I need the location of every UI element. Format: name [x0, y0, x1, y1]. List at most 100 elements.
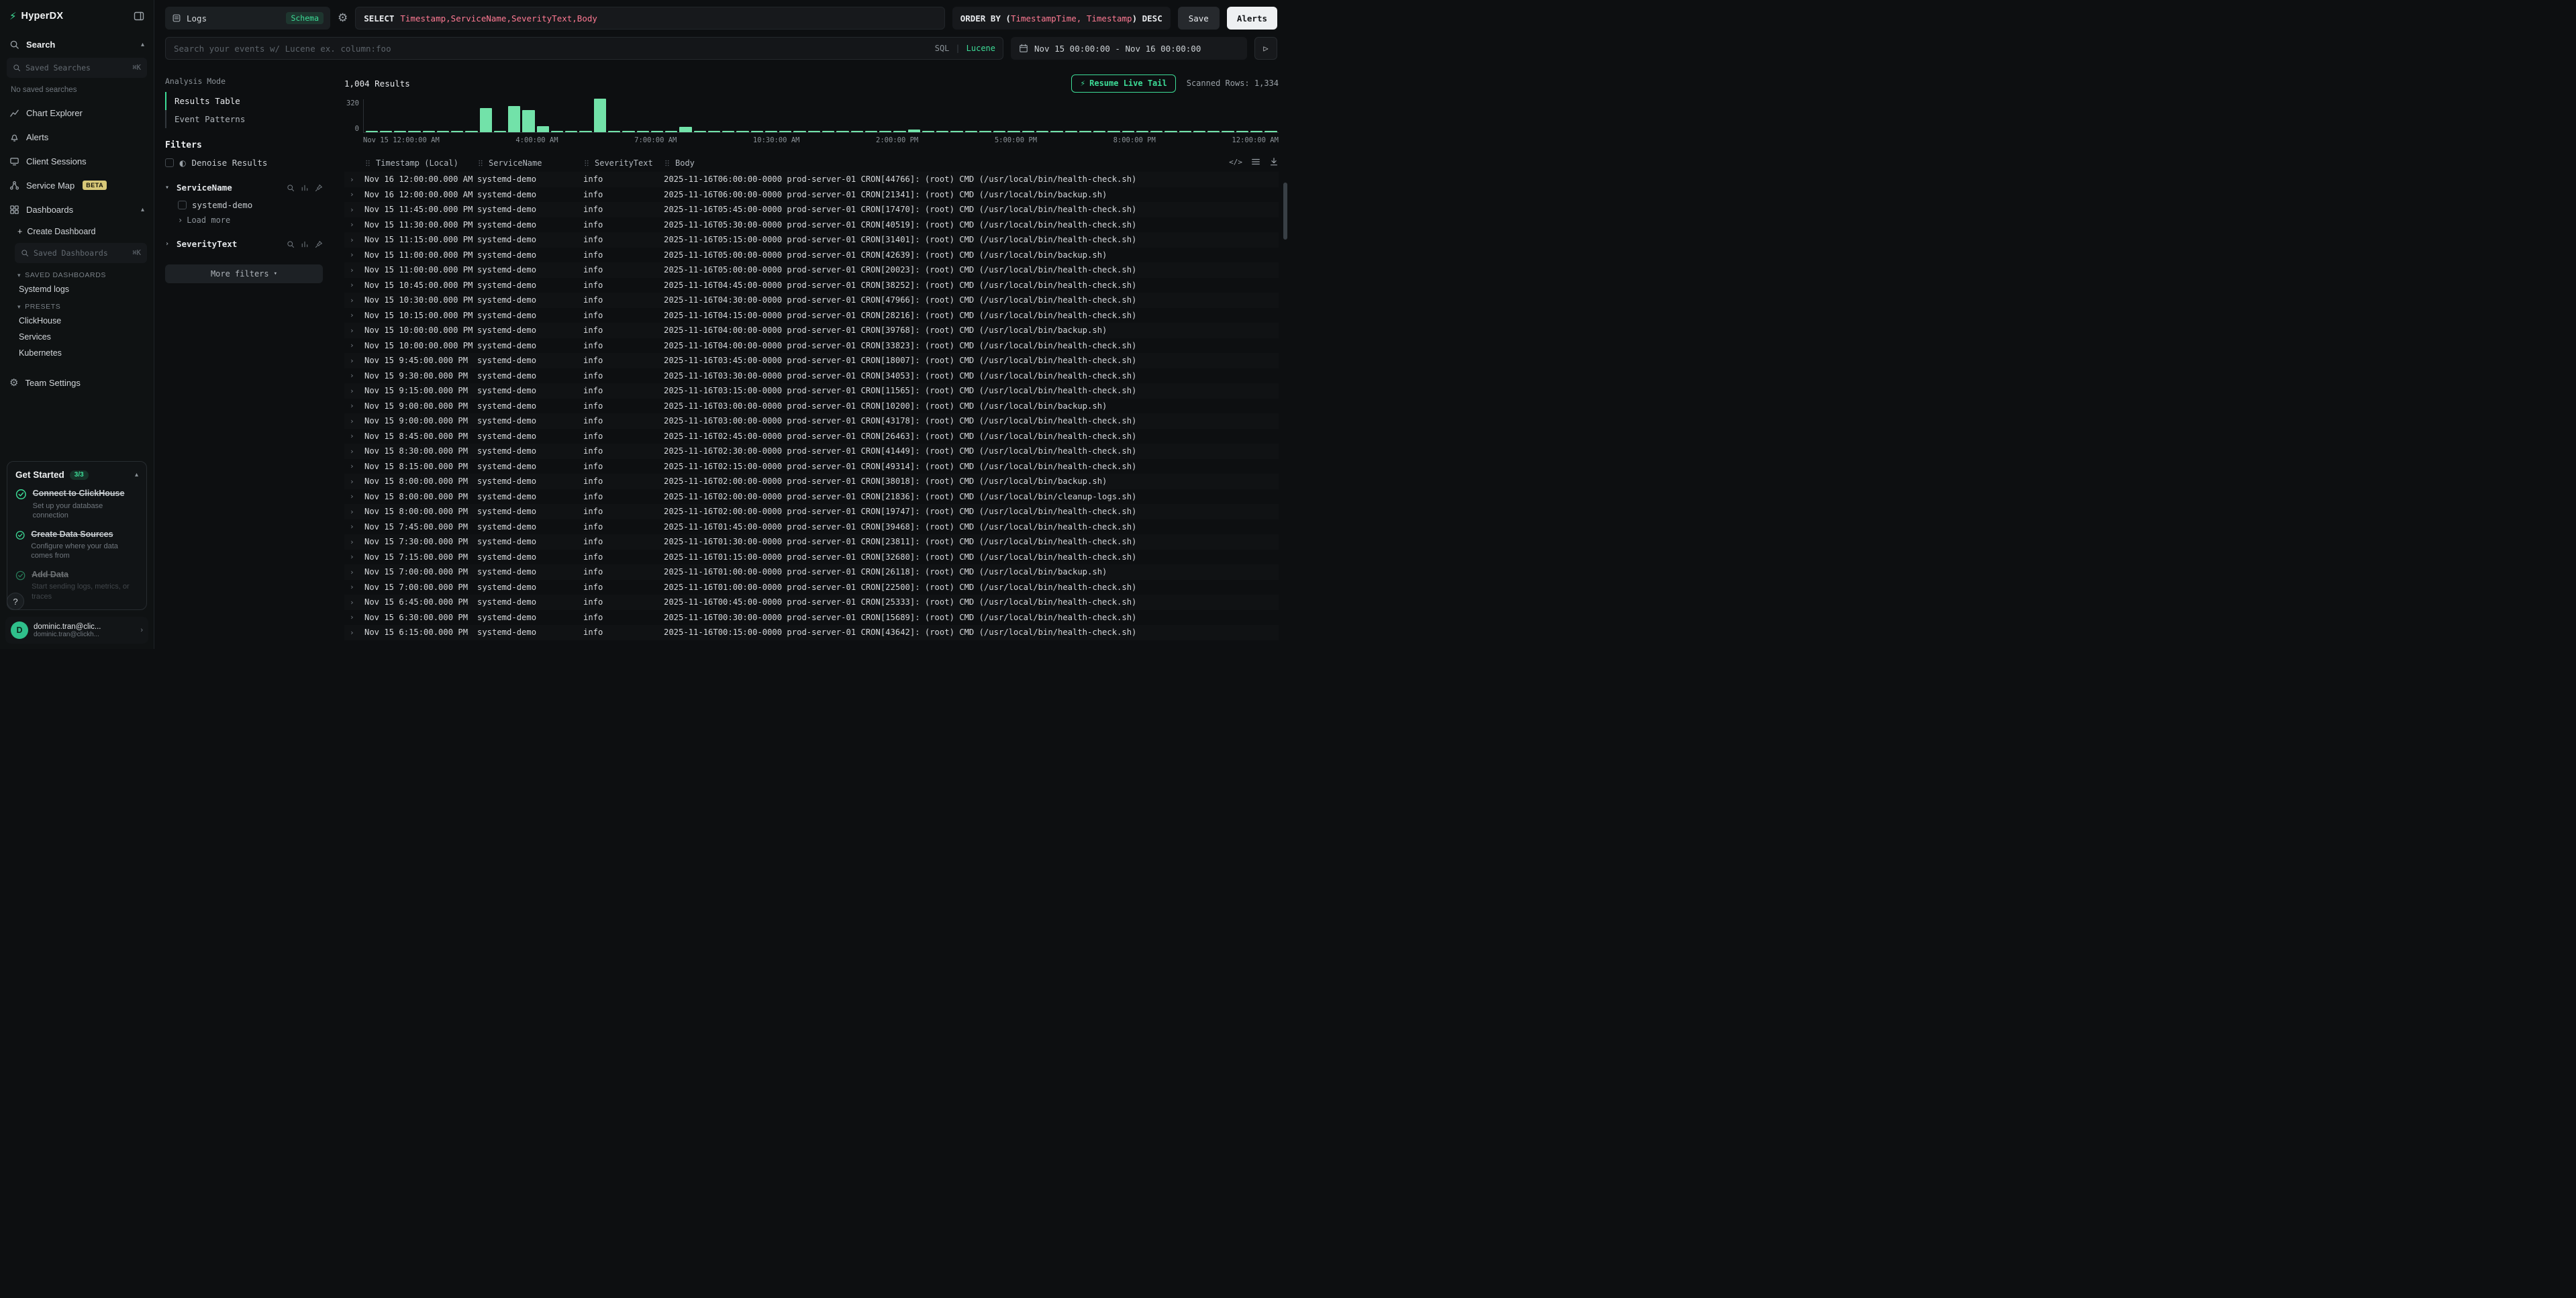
table-row[interactable]: Nov 15 11:45:00.000 PM systemd-demo info…	[344, 202, 1279, 217]
row-expand-chevron[interactable]	[344, 447, 364, 456]
load-more-button[interactable]: › Load more	[165, 213, 323, 228]
row-expand-chevron[interactable]	[344, 583, 364, 591]
sidebar-item-chart-explorer[interactable]: Chart Explorer	[0, 101, 154, 125]
sidebar-item-services[interactable]: Services	[8, 329, 154, 345]
table-row[interactable]: Nov 15 10:00:00.000 PM systemd-demo info…	[344, 323, 1279, 338]
orderby-clause-input[interactable]: ORDER BY (TimestampTime, Timestamp) DESC	[952, 7, 1171, 30]
column-servicename[interactable]: ServiceName	[477, 158, 583, 168]
presets-section[interactable]: ▾ PRESETS	[8, 297, 154, 313]
sidebar-item-search[interactable]: Search ▴	[0, 32, 154, 56]
saved-dashboards-input[interactable]: Saved Dashboards ⌘K	[15, 243, 147, 263]
row-density-icon[interactable]	[1251, 157, 1260, 166]
sidebar-item-dashboards[interactable]: Dashboards ▴	[0, 197, 154, 221]
search-input[interactable]	[165, 37, 1003, 60]
drag-handle-icon[interactable]	[583, 159, 590, 167]
sidebar-item-kubernetes[interactable]: Kubernetes	[8, 345, 154, 361]
row-expand-chevron[interactable]	[344, 507, 364, 516]
facet-severitytext[interactable]: › SeverityText	[165, 234, 323, 254]
get-started-item-add-data[interactable]: Add Data Start sending logs, metrics, or…	[15, 570, 138, 601]
row-expand-chevron[interactable]	[344, 205, 364, 214]
table-row[interactable]: Nov 16 12:00:00.000 AM systemd-demo info…	[344, 187, 1279, 203]
pin-icon[interactable]	[315, 184, 323, 192]
sidebar-item-service-map[interactable]: Service Map BETA	[0, 173, 154, 197]
resume-live-tail-button[interactable]: ⚡ Resume Live Tail	[1071, 74, 1175, 93]
saved-searches-input[interactable]: Saved Searches ⌘K	[7, 58, 147, 78]
user-menu[interactable]: D dominic.tran@clic... dominic.tran@clic…	[5, 617, 148, 644]
row-expand-chevron[interactable]	[344, 462, 364, 470]
row-expand-chevron[interactable]	[344, 387, 364, 395]
more-filters-button[interactable]: More filters ▾	[165, 264, 323, 283]
column-timestamp[interactable]: Timestamp (Local)	[364, 158, 477, 168]
facet-chart-icon[interactable]	[301, 240, 309, 248]
run-query-button[interactable]: ▷	[1254, 37, 1277, 60]
sidebar-item-systemd-logs[interactable]: Systemd logs	[8, 281, 154, 297]
row-expand-chevron[interactable]	[344, 326, 364, 335]
select-clause-input[interactable]: SELECTTimestamp,ServiceName,SeverityText…	[355, 7, 944, 30]
table-row[interactable]: Nov 15 8:00:00.000 PM systemd-demo info …	[344, 474, 1279, 489]
schema-tag[interactable]: Schema	[286, 12, 324, 24]
row-expand-chevron[interactable]	[344, 477, 364, 486]
table-row[interactable]: Nov 15 8:45:00.000 PM systemd-demo info …	[344, 429, 1279, 444]
row-expand-chevron[interactable]	[344, 190, 364, 199]
row-expand-chevron[interactable]	[344, 281, 364, 289]
row-expand-chevron[interactable]	[344, 538, 364, 546]
row-expand-chevron[interactable]	[344, 568, 364, 577]
row-expand-chevron[interactable]	[344, 417, 364, 426]
table-row[interactable]: Nov 15 11:30:00.000 PM systemd-demo info…	[344, 217, 1279, 233]
table-row[interactable]: Nov 15 9:15:00.000 PM systemd-demo info …	[344, 383, 1279, 399]
row-expand-chevron[interactable]	[344, 371, 364, 380]
row-expand-chevron[interactable]	[344, 341, 364, 350]
row-expand-chevron[interactable]	[344, 236, 364, 244]
table-row[interactable]: Nov 15 7:15:00.000 PM systemd-demo info …	[344, 550, 1279, 565]
drag-handle-icon[interactable]	[477, 159, 484, 167]
table-row[interactable]: Nov 15 6:15:00.000 PM systemd-demo info …	[344, 625, 1279, 640]
table-row[interactable]: Nov 15 7:30:00.000 PM systemd-demo info …	[344, 534, 1279, 550]
drag-handle-icon[interactable]	[664, 159, 671, 167]
view-sql-icon[interactable]: </>	[1229, 158, 1242, 166]
row-expand-chevron[interactable]	[344, 628, 364, 637]
table-row[interactable]: Nov 15 10:15:00.000 PM systemd-demo info…	[344, 308, 1279, 323]
facet-option-systemd-demo[interactable]: systemd-demo	[165, 197, 323, 213]
table-row[interactable]: Nov 15 7:00:00.000 PM systemd-demo info …	[344, 580, 1279, 595]
row-expand-chevron[interactable]	[344, 356, 364, 365]
denoise-checkbox[interactable]	[165, 158, 174, 167]
lang-lucene-button[interactable]: Lucene	[967, 44, 995, 53]
table-scrollbar[interactable]	[1283, 183, 1287, 240]
save-button[interactable]: Save	[1178, 7, 1220, 30]
row-expand-chevron[interactable]	[344, 598, 364, 607]
row-expand-chevron[interactable]	[344, 613, 364, 621]
column-severitytext[interactable]: SeverityText	[583, 158, 664, 168]
row-expand-chevron[interactable]	[344, 266, 364, 274]
histogram-bars[interactable]	[363, 99, 1279, 133]
download-icon[interactable]	[1269, 157, 1279, 166]
denoise-toggle[interactable]: ◐ Denoise Results	[165, 158, 323, 168]
get-started-item-sources[interactable]: Create Data Sources Configure where your…	[15, 530, 138, 561]
row-expand-chevron[interactable]	[344, 401, 364, 410]
sidebar-item-client-sessions[interactable]: Client Sessions	[0, 149, 154, 173]
row-expand-chevron[interactable]	[344, 220, 364, 229]
search-icon[interactable]	[287, 184, 295, 192]
table-row[interactable]: Nov 15 8:00:00.000 PM systemd-demo info …	[344, 504, 1279, 519]
table-row[interactable]: Nov 15 11:00:00.000 PM systemd-demo info…	[344, 248, 1279, 263]
column-body[interactable]: Body	[664, 158, 1211, 168]
table-row[interactable]: Nov 15 7:45:00.000 PM systemd-demo info …	[344, 519, 1279, 535]
table-row[interactable]: Nov 15 11:00:00.000 PM systemd-demo info…	[344, 262, 1279, 278]
row-expand-chevron[interactable]	[344, 296, 364, 305]
facet-chart-icon[interactable]	[301, 184, 309, 192]
table-row[interactable]: Nov 15 7:00:00.000 PM systemd-demo info …	[344, 564, 1279, 580]
row-expand-chevron[interactable]	[344, 175, 364, 184]
row-expand-chevron[interactable]	[344, 522, 364, 531]
get-started-header[interactable]: Get Started 3/3 ▴	[15, 470, 138, 480]
table-row[interactable]: Nov 15 8:30:00.000 PM systemd-demo info …	[344, 444, 1279, 459]
facet-checkbox[interactable]	[178, 201, 187, 209]
table-row[interactable]: Nov 15 10:45:00.000 PM systemd-demo info…	[344, 278, 1279, 293]
facet-servicename[interactable]: ▾ ServiceName	[165, 178, 323, 197]
table-row[interactable]: Nov 15 6:45:00.000 PM systemd-demo info …	[344, 595, 1279, 610]
table-row[interactable]: Nov 15 10:30:00.000 PM systemd-demo info…	[344, 293, 1279, 308]
row-expand-chevron[interactable]	[344, 552, 364, 561]
create-dashboard-button[interactable]: + Create Dashboard	[8, 221, 154, 242]
table-row[interactable]: Nov 15 9:30:00.000 PM systemd-demo info …	[344, 368, 1279, 384]
table-row[interactable]: Nov 15 11:15:00.000 PM systemd-demo info…	[344, 232, 1279, 248]
help-button[interactable]: ?	[7, 593, 24, 610]
table-row[interactable]: Nov 15 10:00:00.000 PM systemd-demo info…	[344, 338, 1279, 354]
